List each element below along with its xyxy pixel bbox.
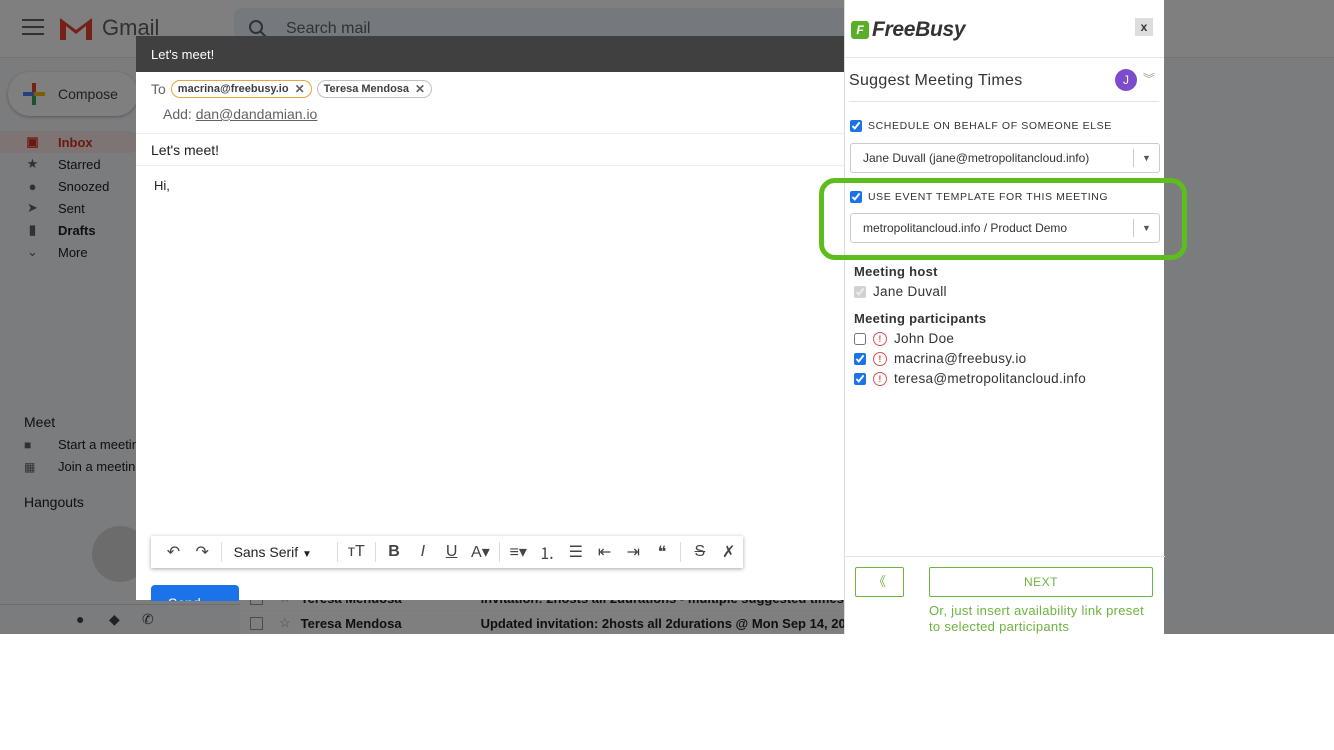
participant-name: John Doe xyxy=(894,331,955,346)
font-size-icon[interactable]: ᴛT xyxy=(342,543,371,561)
numbered-list-icon[interactable]: ⒈ xyxy=(533,540,562,564)
toolbar-divider xyxy=(374,542,376,562)
back-button[interactable]: 《 xyxy=(855,567,904,597)
to-field[interactable]: To macrina@freebusy.io ✕ Teresa Mendosa … xyxy=(136,72,844,106)
meeting-host-title: Meeting host xyxy=(854,264,938,279)
blank-area xyxy=(0,634,1334,750)
redo-icon[interactable]: ↷ xyxy=(188,542,217,562)
participant-name: macrina@freebusy.io xyxy=(894,351,1027,366)
participant-name: teresa@metropolitancloud.info xyxy=(894,371,1087,386)
font-name: Sans Serif xyxy=(233,544,299,560)
behalf-select[interactable]: Jane Duvall (jane@metropolitancloud.info… xyxy=(850,143,1160,173)
add-label: Add: xyxy=(163,106,192,122)
bulleted-list-icon[interactable]: ☰ xyxy=(561,542,590,562)
warning-icon: ! xyxy=(873,371,887,386)
insert-link-option[interactable]: Or, just insert availability link preset… xyxy=(929,603,1159,634)
close-button[interactable]: x xyxy=(1135,18,1153,36)
to-label: To xyxy=(151,81,166,97)
host-name: Jane Duvall xyxy=(873,284,947,299)
formatting-toolbar: ↶ ↷ Sans Serif ▼ ᴛT B I U A▾ ≡▾ ⒈ ☰ ⇤ ⇥ … xyxy=(151,536,743,568)
panel-title: Suggest Meeting Times xyxy=(849,72,1023,89)
subject-field[interactable]: Let's meet! xyxy=(136,134,844,166)
participant-row[interactable]: ! John Doe xyxy=(854,331,954,346)
freebusy-logo-icon: F xyxy=(851,21,869,39)
align-icon[interactable]: ≡▾ xyxy=(504,542,533,562)
recipient-name: Teresa Mendosa xyxy=(323,83,410,95)
send-button[interactable]: Send xyxy=(151,585,239,601)
indent-more-icon[interactable]: ⇥ xyxy=(619,542,648,562)
participant-row[interactable]: ! macrina@freebusy.io xyxy=(854,351,1026,366)
behalf-checkbox[interactable] xyxy=(850,120,862,132)
indent-less-icon[interactable]: ⇤ xyxy=(590,542,619,562)
warning-icon: ! xyxy=(873,351,887,366)
caret-down-icon[interactable]: ▼ xyxy=(1133,149,1159,167)
caret-down-icon: ▼ xyxy=(302,549,312,560)
panel-title-row: Suggest Meeting Times J ︾ xyxy=(849,66,1159,102)
message-body[interactable]: Hi, xyxy=(136,166,844,205)
behalf-checkbox-row[interactable]: SCHEDULE ON BEHALF OF SOMEONE ELSE xyxy=(850,120,1112,132)
toolbar-divider xyxy=(336,542,338,562)
italic-icon[interactable]: I xyxy=(408,543,437,561)
screen: Gmail Search mail Compose ▣ Inbox ★ Star… xyxy=(0,0,1334,634)
add-suggestion: Add: dan@dandamian.io xyxy=(136,106,844,134)
behalf-selected-value: Jane Duvall (jane@metropolitancloud.info… xyxy=(863,151,1090,165)
participant-checkbox[interactable] xyxy=(854,372,866,385)
add-email-link[interactable]: dan@dandamian.io xyxy=(196,106,318,122)
underline-icon[interactable]: U xyxy=(437,543,466,561)
host-checkbox xyxy=(854,285,866,298)
freebusy-panel: F FreeBusy x Suggest Meeting Times J ︾ S… xyxy=(844,0,1165,634)
avatar[interactable]: J xyxy=(1115,69,1137,91)
participant-checkbox[interactable] xyxy=(854,332,866,345)
recipient-name: macrina@freebusy.io xyxy=(177,83,289,95)
next-button[interactable]: NEXT xyxy=(929,567,1153,597)
strikethrough-icon[interactable]: S xyxy=(685,543,714,561)
behalf-label: SCHEDULE ON BEHALF OF SOMEONE ELSE xyxy=(868,120,1112,132)
compose-window: Let's meet! To macrina@freebusy.io ✕ Ter… xyxy=(136,36,844,601)
freebusy-wordmark: FreeBusy xyxy=(872,18,966,41)
participant-checkbox[interactable] xyxy=(854,352,866,365)
toolbar-divider xyxy=(220,542,222,562)
bold-icon[interactable]: B xyxy=(380,543,409,561)
host-row: Jane Duvall xyxy=(854,284,947,299)
compose-title: Let's meet! xyxy=(136,36,844,72)
font-select[interactable]: Sans Serif ▼ xyxy=(234,544,323,560)
freebusy-logo: F FreeBusy xyxy=(851,18,966,42)
quote-icon[interactable]: ❝ xyxy=(648,542,677,562)
warning-icon: ! xyxy=(873,331,887,346)
recipient-chip[interactable]: Teresa Mendosa ✕ xyxy=(316,80,433,98)
participant-row[interactable]: ! teresa@metropolitancloud.info xyxy=(854,371,1086,386)
meeting-participants-title: Meeting participants xyxy=(854,311,987,326)
toolbar-divider xyxy=(498,542,500,562)
panel-footer: 《 NEXT Or, just insert availability link… xyxy=(845,556,1165,634)
freebusy-header: F FreeBusy x xyxy=(845,0,1164,58)
remove-recipient-icon[interactable]: ✕ xyxy=(295,82,305,96)
recipient-chip[interactable]: macrina@freebusy.io ✕ xyxy=(170,80,312,98)
template-highlight-outline xyxy=(819,178,1187,260)
compose-action-row: Send xyxy=(151,585,851,601)
toolbar-divider xyxy=(680,542,682,562)
remove-recipient-icon[interactable]: ✕ xyxy=(415,82,425,96)
clear-formatting-icon[interactable]: ✗ xyxy=(714,542,743,562)
text-color-icon[interactable]: A▾ xyxy=(466,542,495,562)
chevron-down-icon[interactable]: ︾ xyxy=(1143,70,1155,87)
undo-icon[interactable]: ↶ xyxy=(159,542,188,562)
